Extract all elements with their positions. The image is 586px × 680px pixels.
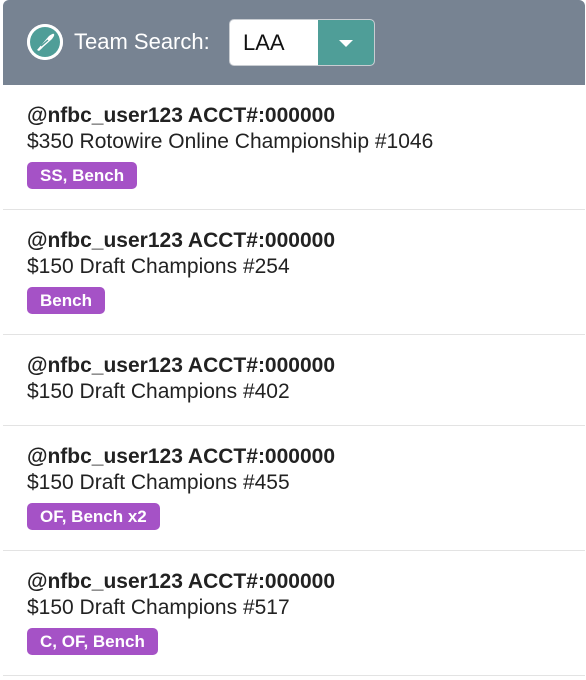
- entry-league: $350 Rotowire Online Championship #1046: [27, 130, 434, 153]
- entry-user: @nfbc_user123 ACCT#:000000: [27, 104, 336, 127]
- entry-user: @nfbc_user123 ACCT#:000000: [27, 445, 336, 468]
- list-item[interactable]: @nfbc_user123 ACCT#:000000 $150 Draft Ch…: [3, 335, 585, 426]
- team-select-toggle[interactable]: [318, 20, 374, 65]
- entry-league: $150 Draft Champions #402: [27, 380, 290, 403]
- list-item[interactable]: @nfbc_user123 ACCT#:000000 $150 Draft Ch…: [3, 426, 585, 551]
- entry-league: $150 Draft Champions #455: [27, 471, 290, 494]
- position-badge: Bench: [27, 287, 105, 314]
- list-item[interactable]: @nfbc_user123 ACCT#:000000 $150 Draft Ch…: [3, 551, 585, 676]
- entry-league: $150 Draft Champions #254: [27, 255, 290, 278]
- position-badge: C, OF, Bench: [27, 628, 158, 655]
- team-select-value[interactable]: LAA: [243, 30, 285, 56]
- entry-user: @nfbc_user123 ACCT#:000000: [27, 229, 336, 252]
- quill-logo-icon: [27, 24, 63, 60]
- list-item[interactable]: @nfbc_user123 ACCT#:000000 $150 Draft Ch…: [3, 210, 585, 335]
- team-search-panel: Team Search: LAA @nfbc_user123 ACCT#:000…: [3, 0, 585, 680]
- chevron-down-icon[interactable]: [339, 40, 353, 47]
- team-entry-list: @nfbc_user123 ACCT#:000000 $350 Rotowire…: [3, 85, 585, 676]
- entry-league: $150 Draft Champions #517: [27, 596, 290, 619]
- position-badge: OF, Bench x2: [27, 503, 160, 530]
- entry-user: @nfbc_user123 ACCT#:000000: [27, 354, 336, 377]
- list-item[interactable]: @nfbc_user123 ACCT#:000000 $350 Rotowire…: [3, 85, 585, 210]
- entry-user: @nfbc_user123 ACCT#:000000: [27, 570, 336, 593]
- team-select[interactable]: LAA: [229, 19, 375, 66]
- team-search-label: Team Search:: [74, 29, 210, 54]
- header-bar: Team Search: LAA: [3, 0, 585, 85]
- position-badge: SS, Bench: [27, 162, 138, 189]
